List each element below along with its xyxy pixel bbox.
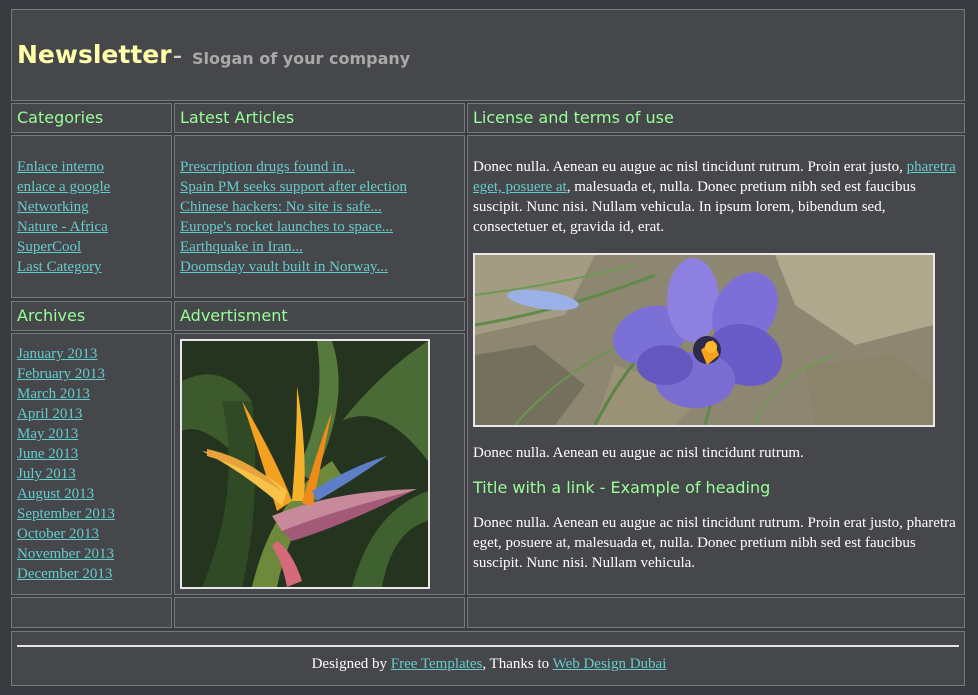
list-item: Europe's rocket launches to space...	[180, 217, 407, 237]
list-item: Nature - Africa	[17, 217, 110, 237]
article-link[interactable]: Chinese hackers: No site is safe...	[180, 199, 382, 215]
list-item: Prescription drugs found in...	[180, 157, 407, 177]
footer-text: Designed by	[311, 656, 391, 672]
advertisment-title: Advertisment	[180, 306, 288, 325]
list-item: May 2013	[17, 424, 115, 444]
list-item: July 2013	[17, 464, 115, 484]
list-item: Networking	[17, 197, 110, 217]
free-templates-link[interactable]: Free Templates	[391, 656, 483, 672]
list-item: June 2013	[17, 444, 115, 464]
archive-link[interactable]: October 2013	[17, 526, 99, 542]
category-link[interactable]: Enlace interno	[17, 159, 104, 175]
categories-list: Enlace interno enlace a google Networkin…	[17, 157, 110, 277]
crocus-flower-icon	[475, 255, 933, 425]
article-link[interactable]: Prescription drugs found in...	[180, 159, 355, 175]
list-item: SuperCool	[17, 237, 110, 257]
archive-link[interactable]: February 2013	[17, 366, 105, 382]
list-item: Enlace interno	[17, 157, 110, 177]
list-item: Earthquake in Iran...	[180, 237, 407, 257]
empty-cell-middle	[174, 597, 465, 628]
example-heading: Title with a link - Example of heading	[473, 478, 771, 497]
article-link[interactable]: Earthquake in Iran...	[180, 239, 303, 255]
footer-text: , Thanks to	[482, 656, 553, 672]
archive-link[interactable]: December 2013	[17, 566, 112, 582]
title-separator: –	[173, 46, 182, 67]
latest-articles-title: Latest Articles	[180, 108, 295, 127]
bird-of-paradise-flower-icon	[182, 341, 428, 587]
list-item: November 2013	[17, 544, 115, 564]
list-item: Chinese hackers: No site is safe...	[180, 197, 407, 217]
footer-credits: Designed by Free Templates, Thanks to We…	[0, 656, 978, 673]
web-design-dubai-link[interactable]: Web Design Dubai	[553, 656, 667, 672]
archive-link[interactable]: November 2013	[17, 546, 114, 562]
archive-link[interactable]: August 2013	[17, 486, 94, 502]
footer-divider	[17, 645, 959, 647]
list-item: March 2013	[17, 384, 115, 404]
category-link[interactable]: Last Category	[17, 259, 102, 275]
list-item: October 2013	[17, 524, 115, 544]
list-item: enlace a google	[17, 177, 110, 197]
archive-link[interactable]: January 2013	[17, 346, 97, 362]
archive-link[interactable]: June 2013	[17, 446, 78, 462]
list-item: September 2013	[17, 504, 115, 524]
license-paragraph-1: Donec nulla. Aenean eu augue ac nisl tin…	[473, 157, 958, 237]
categories-title: Categories	[17, 108, 104, 127]
list-item: February 2013	[17, 364, 115, 384]
empty-cell-left	[11, 597, 172, 628]
archives-list: January 2013 February 2013 March 2013 Ap…	[17, 344, 115, 584]
article-link[interactable]: Europe's rocket launches to space...	[180, 219, 393, 235]
archives-title: Archives	[17, 306, 86, 325]
list-item: Doomsday vault built in Norway...	[180, 257, 407, 277]
list-item: January 2013	[17, 344, 115, 364]
list-item: December 2013	[17, 564, 115, 584]
category-link[interactable]: enlace a google	[17, 179, 110, 195]
paragraph-text: Donec nulla. Aenean eu augue ac nisl tin…	[473, 159, 907, 175]
empty-cell-right	[467, 597, 965, 628]
articles-list: Prescription drugs found in... Spain PM …	[180, 157, 407, 277]
archive-link[interactable]: July 2013	[17, 466, 76, 482]
category-link[interactable]: Nature - Africa	[17, 219, 108, 235]
crocus-photo	[473, 253, 935, 427]
article-link[interactable]: Spain PM seeks support after election	[180, 179, 407, 195]
license-paragraph-2: Donec nulla. Aenean eu augue ac nisl tin…	[473, 445, 804, 461]
category-link[interactable]: SuperCool	[17, 239, 81, 255]
article-link[interactable]: Doomsday vault built in Norway...	[180, 259, 388, 275]
archive-link[interactable]: May 2013	[17, 426, 78, 442]
site-title: Newsletter	[17, 40, 172, 69]
archive-link[interactable]: April 2013	[17, 406, 82, 422]
list-item: August 2013	[17, 484, 115, 504]
list-item: Last Category	[17, 257, 110, 277]
category-link[interactable]: Networking	[17, 199, 89, 215]
advertisment-image[interactable]	[180, 339, 430, 589]
license-paragraph-3: Donec nulla. Aenean eu augue ac nisl tin…	[473, 515, 956, 571]
archive-link[interactable]: March 2013	[17, 386, 90, 402]
list-item: Spain PM seeks support after election	[180, 177, 407, 197]
site-slogan: Slogan of your company	[192, 49, 411, 68]
license-title: License and terms of use	[473, 108, 674, 127]
archive-link[interactable]: September 2013	[17, 506, 115, 522]
list-item: April 2013	[17, 404, 115, 424]
